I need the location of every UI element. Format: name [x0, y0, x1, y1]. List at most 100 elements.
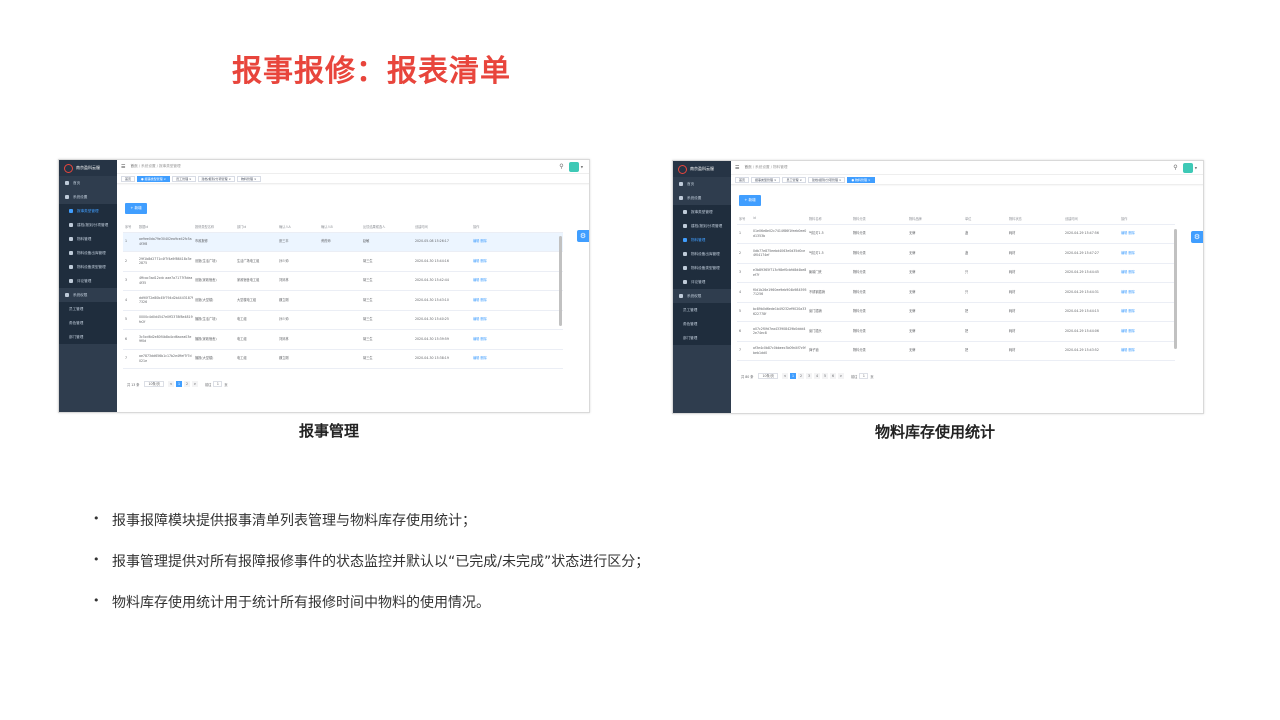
page-size-select[interactable]: 10条/页 — [758, 373, 778, 379]
avatar[interactable] — [568, 161, 579, 172]
menu-sub-0[interactable]: 报事类型管理 — [59, 204, 117, 218]
table-row[interactable]: 4 dd90f72e80b45f794d2b4443187f7326 设施(大堂楼)… — [123, 290, 563, 311]
menu-sub2-2[interactable]: 部门管理 — [673, 331, 731, 345]
page-button[interactable]: < — [167, 381, 174, 387]
menu-sub-4[interactable]: 物料设备类型管理 — [59, 260, 117, 274]
table-row[interactable]: 6 3c5cd6d2e80f4b8a4cd6acea03e9f0d 播报(家政宿舍)… — [123, 329, 563, 350]
page-button[interactable]: > — [837, 373, 844, 379]
page-button[interactable]: 4 — [813, 373, 820, 379]
menu-sub-2[interactable]: 物料管理 — [673, 233, 731, 247]
page-button[interactable]: 5 — [821, 373, 828, 379]
table-row[interactable]: 5 0000c4d0d4547e0ff2378f8e4819fe2f 播报(生活广场… — [123, 310, 563, 330]
page-button[interactable]: < — [781, 373, 788, 379]
table-row[interactable]: 4 f0d1b26e1960ee9eb904b98459571256 不锈钢插销 物料… — [737, 282, 1175, 303]
page-button[interactable]: 3 — [805, 373, 812, 379]
table-row[interactable]: 7 af3e4c0b87c0bbeec3b09d4f7c9fbeb1dd0 弹子锁物… — [737, 341, 1175, 361]
table-cell: 窗门插销 — [807, 302, 851, 322]
row-actions[interactable]: 编辑 删除 — [1119, 302, 1175, 322]
menu-sub-2[interactable]: 物料管理 — [59, 232, 117, 246]
row-actions[interactable]: 编辑 删除 — [1119, 282, 1175, 303]
home-icon — [679, 182, 683, 186]
menu-sub-4[interactable]: 物料设备类型管理 — [673, 261, 731, 275]
menu-sub2-1[interactable]: 角色管理 — [673, 317, 731, 331]
page-button[interactable]: 1 — [789, 373, 796, 379]
tag-home[interactable]: 首页 — [121, 175, 136, 182]
row-actions[interactable]: 编辑 删除 — [1119, 341, 1175, 361]
row-actions[interactable]: 编辑 删除 — [1119, 263, 1175, 283]
menu-system[interactable]: 系统设置 — [673, 191, 731, 205]
menu-system[interactable]: 系统设置 — [59, 190, 117, 204]
pagination-total: 共 13 条 — [127, 382, 140, 387]
menu-org[interactable]: 系统权限 — [673, 289, 731, 303]
menu-sub2-1[interactable]: 角色管理 — [59, 316, 117, 330]
table-row[interactable]: 2 0db77e875eebd4063e0d35d0ce4f04174ef 气缸灯1… — [737, 243, 1175, 264]
menu-sub-3[interactable]: 物料设备出库管理 — [673, 247, 731, 261]
row-actions[interactable]: 编辑 删除 — [471, 232, 563, 252]
tag-material[interactable]: ● 物料管理 × — [847, 176, 875, 183]
table-row[interactable]: 1 ae9ee0da79e30402ea9ce42fc5a4f3f8 市政报修 张三丰… — [123, 232, 563, 252]
menu-sub-3[interactable]: 物料设备出库管理 — [59, 246, 117, 260]
menu-sub-5[interactable]: 评论管理 — [59, 274, 117, 288]
hamburger-icon[interactable]: ☰ — [735, 165, 739, 171]
row-actions[interactable]: 编辑 删除 — [471, 329, 563, 350]
gear-icon — [65, 195, 69, 199]
tag-staff[interactable]: 员工管理 × — [782, 176, 806, 183]
table-row[interactable]: 2 29f1b8d2771c4f7f4a9f86418c3e2875 设施(生活广场… — [123, 251, 563, 272]
tag-material[interactable]: 物料管理 × — [237, 175, 261, 182]
table-row[interactable]: 5 bc89b0d6ede1b49232ef9020a33622778f 窗门插销物… — [737, 302, 1175, 322]
scrollbar[interactable] — [559, 236, 562, 326]
search-icon[interactable]: ⚲ — [1173, 164, 1177, 171]
goto-input[interactable]: 1 — [859, 373, 869, 379]
table-cell: 魏立刚 — [277, 349, 319, 369]
chevron-down-icon[interactable]: ▼ — [1195, 166, 1197, 170]
row-actions[interactable]: 编辑 删除 — [471, 271, 563, 291]
menu-org[interactable]: 系统权限 — [59, 288, 117, 302]
tag-building[interactable]: 建档/报到/分项管理 × — [807, 176, 846, 183]
row-actions[interactable]: 编辑 删除 — [471, 310, 563, 330]
table-row[interactable]: 3 4ffcac3ad12cdc aae7a7177f3dea4f35 设施(家政宿… — [123, 271, 563, 291]
settings-icon[interactable]: ⚙ — [1191, 231, 1203, 243]
table-cell: 2 — [123, 251, 137, 272]
menu-sub-0[interactable]: 报事类型管理 — [673, 205, 731, 219]
tag-report-type[interactable]: ● 报事类型管理 × — [137, 175, 171, 182]
goto-input[interactable]: 1 — [213, 381, 223, 387]
menu-sub-5[interactable]: 评论管理 — [673, 275, 731, 289]
table-row[interactable]: 7 ae7873dd656b1c17b2e4ffef7f7d021e 播报(大堂楼)… — [123, 349, 563, 369]
menu-sub-1[interactable]: 建档/报到/分项管理 — [673, 219, 731, 233]
page-size-select[interactable]: 10条/页 — [144, 381, 164, 387]
search-icon[interactable]: ⚲ — [559, 163, 563, 170]
page-button[interactable]: 6 — [829, 373, 836, 379]
settings-icon[interactable]: ⚙ — [577, 230, 589, 242]
row-actions[interactable]: 编辑 删除 — [1119, 321, 1175, 342]
row-actions[interactable]: 编辑 删除 — [471, 251, 563, 272]
page-button[interactable]: 1 — [175, 381, 182, 387]
chevron-down-icon[interactable]: ▼ — [581, 165, 583, 169]
page-button[interactable]: > — [191, 381, 198, 387]
table-row[interactable]: 1 01e06e8e02c7414f86f1feeb0ee0d1353b 气缸灯1.… — [737, 224, 1175, 244]
add-button[interactable]: + 新增 — [125, 203, 147, 214]
menu-sub2-0[interactable]: 员工管理 — [673, 303, 731, 317]
menu-home[interactable]: 首页 — [673, 177, 731, 191]
menu-sub-1[interactable]: 建档/报到/分项管理 — [59, 218, 117, 232]
page-button[interactable]: 2 — [797, 373, 804, 379]
hamburger-icon[interactable]: ☰ — [121, 164, 125, 170]
page-button[interactable]: 2 — [183, 381, 190, 387]
avatar[interactable] — [1182, 162, 1193, 173]
menu-home[interactable]: 首页 — [59, 176, 117, 190]
tag-staff[interactable]: 员工管理 × — [172, 175, 196, 182]
menu-sub2-0[interactable]: 员工管理 — [59, 302, 117, 316]
add-button[interactable]: + 新增 — [739, 195, 761, 206]
menu-sub2-2[interactable]: 部门管理 — [59, 330, 117, 344]
table-row[interactable]: 3 e3b89365f713c98ef0cbfd8d4be8ef7f 聚碳门夹 物料分… — [737, 263, 1175, 283]
row-actions[interactable]: 编辑 删除 — [471, 290, 563, 311]
table-row[interactable]: 6 a07c2f0fd7ea433908429b0ddd42e74ec8 窗门插头物… — [737, 321, 1175, 342]
row-actions[interactable]: 编辑 删除 — [1119, 224, 1175, 244]
tag-home[interactable]: 首页 — [735, 176, 750, 183]
scrollbar[interactable] — [1174, 229, 1177, 349]
row-actions[interactable]: 编辑 删除 — [471, 349, 563, 369]
tag-building[interactable]: 建档/报到/分项管理 × — [197, 175, 236, 182]
row-actions[interactable]: 编辑 删除 — [1119, 243, 1175, 264]
bullet-list: • 报事报障模块提供报事清单列表管理与物料库存使用统计； • 报事管理提供对所有报障… — [93, 510, 649, 633]
tag-report-type[interactable]: 报事类型管理 × — [751, 176, 781, 183]
table-cell: 耗材 — [1007, 341, 1063, 361]
